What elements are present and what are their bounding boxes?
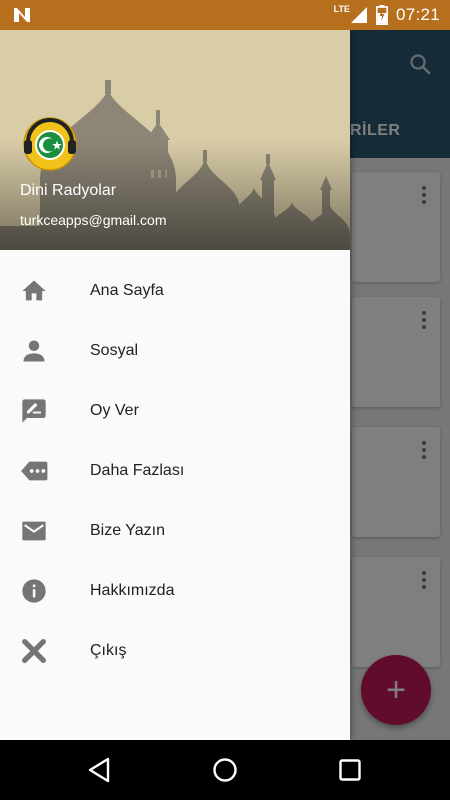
drawer-account-email: turkceapps@gmail.com [20, 212, 167, 228]
battery-icon [375, 5, 388, 25]
menu-item-oy-ver[interactable]: Oy Ver [0, 381, 350, 441]
menu-item-label: Hakkımızda [90, 582, 175, 599]
status-bar: LTE 07:21 [0, 0, 450, 30]
email-icon [22, 521, 46, 541]
more-icon [21, 461, 48, 481]
menu-item-cikis[interactable]: Çıkış [0, 621, 350, 681]
menu-item-label: Oy Ver [90, 402, 139, 419]
menu-item-daha-fazlasi[interactable]: Daha Fazlası [0, 441, 350, 501]
menu-item-label: Çıkış [90, 642, 127, 659]
menu-item-ana-sayfa[interactable]: Ana Sayfa [0, 261, 350, 321]
menu-item-label: Sosyal [90, 342, 139, 359]
app-logo-avatar [23, 117, 77, 171]
menu-item-label: Bize Yazın [90, 522, 166, 539]
home-circle-icon[interactable] [209, 754, 241, 786]
menu-item-label: Daha Fazlası [90, 462, 185, 479]
rate-review-icon [22, 399, 46, 423]
notification-n-icon [14, 8, 30, 22]
drawer-header: Dini Radyolar turkceapps@gmail.com [0, 30, 350, 250]
system-nav-bar [0, 740, 450, 800]
info-icon [22, 579, 46, 603]
navigation-drawer: Dini Radyolar turkceapps@gmail.com Ana S… [0, 30, 350, 740]
recents-icon[interactable] [334, 754, 366, 786]
back-icon[interactable] [84, 754, 116, 786]
menu-item-sosyal[interactable]: Sosyal [0, 321, 350, 381]
signal-icon [350, 7, 367, 23]
home-icon [22, 280, 46, 301]
menu-item-hakkimizda[interactable]: Hakkımızda [0, 561, 350, 621]
menu-item-label: Ana Sayfa [90, 282, 164, 299]
drawer-menu: Ana Sayfa Sosyal Oy Ver Daha Fazlası Biz… [0, 261, 350, 681]
menu-item-bize-yazin[interactable]: Bize Yazın [0, 501, 350, 561]
drawer-app-title: Dini Radyolar [20, 182, 117, 199]
person-icon [23, 340, 45, 362]
close-icon [22, 639, 46, 663]
status-time: 07:21 [395, 5, 440, 24]
network-type: LTE [333, 4, 350, 14]
